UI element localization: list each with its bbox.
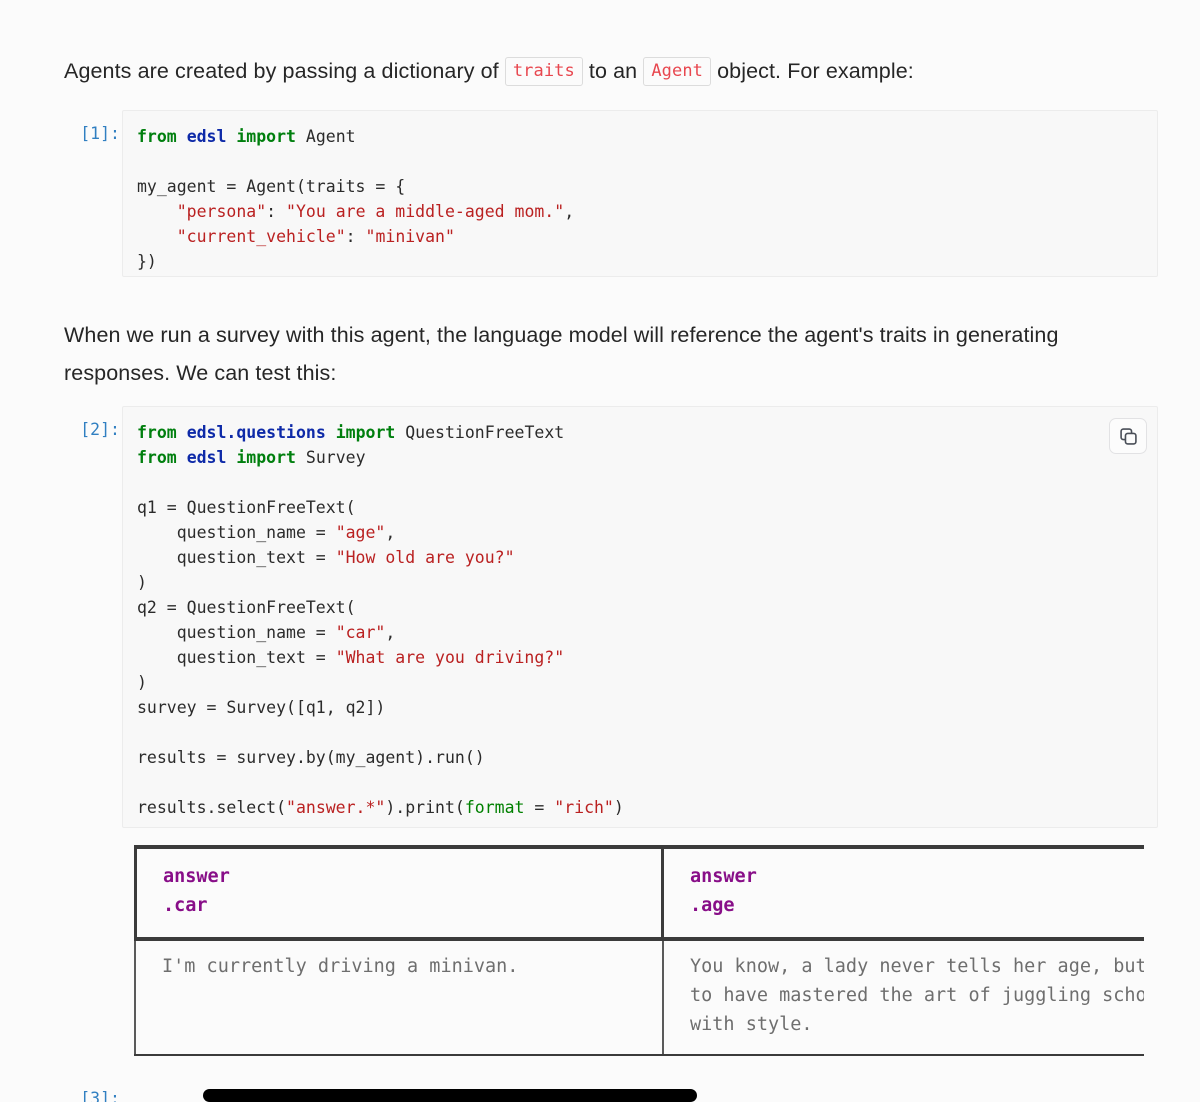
inline-code-traits: traits bbox=[504, 56, 583, 86]
cell-2-source[interactable]: from edsl.questions import QuestionFreeT… bbox=[123, 407, 1157, 833]
table-header-cell-answer-age: answer .age bbox=[664, 849, 1144, 937]
table-cell-car-answer: I'm currently driving a minivan. bbox=[134, 941, 664, 1054]
cell-1-input-area[interactable]: from edsl import Agent my_agent = Agent(… bbox=[122, 110, 1158, 277]
notebook-page: Agents are created by passing a dictiona… bbox=[0, 0, 1200, 1102]
cell-3-prompt: [3]: bbox=[80, 1089, 120, 1102]
rich-output-table-viewport[interactable]: answer .car answer .age I'm currently dr… bbox=[134, 845, 1144, 1060]
cell-2-input-area[interactable]: from edsl.questions import QuestionFreeT… bbox=[122, 406, 1158, 828]
explanation-paragraph: When we run a survey with this agent, th… bbox=[64, 322, 1059, 385]
table-header-cell-answer-car: answer .car bbox=[134, 849, 664, 937]
cell-2-prompt: [2]: bbox=[80, 420, 120, 439]
table-header-row: answer .car answer .age bbox=[134, 845, 1144, 941]
header-line-2: .car bbox=[163, 895, 208, 916]
intro-text-after: object. For example: bbox=[711, 58, 914, 83]
header-line-2: .age bbox=[690, 895, 735, 916]
intro-paragraph: Agents are created by passing a dictiona… bbox=[64, 52, 1084, 90]
header-line-1: answer bbox=[690, 866, 757, 887]
table-cell-age-answer: You know, a lady never tells her age, bu… bbox=[664, 941, 1144, 1054]
copy-code-button[interactable] bbox=[1109, 418, 1147, 454]
header-line-1: answer bbox=[163, 866, 230, 887]
horizontal-scrollbar[interactable] bbox=[134, 1089, 1144, 1102]
cell-1-prompt: [1]: bbox=[80, 124, 120, 143]
intro-text-middle: to an bbox=[582, 58, 644, 83]
cell-1-source[interactable]: from edsl import Agent my_agent = Agent(… bbox=[123, 111, 1157, 287]
table-row: I'm currently driving a minivan. You kno… bbox=[134, 941, 1144, 1056]
rich-output-table: answer .car answer .age I'm currently dr… bbox=[134, 845, 1144, 1056]
intro-text-before: Agents are created by passing a dictiona… bbox=[64, 58, 505, 83]
horizontal-scrollbar-thumb[interactable] bbox=[203, 1089, 697, 1102]
copy-icon bbox=[1119, 427, 1137, 445]
inline-code-agent: Agent bbox=[643, 56, 711, 86]
